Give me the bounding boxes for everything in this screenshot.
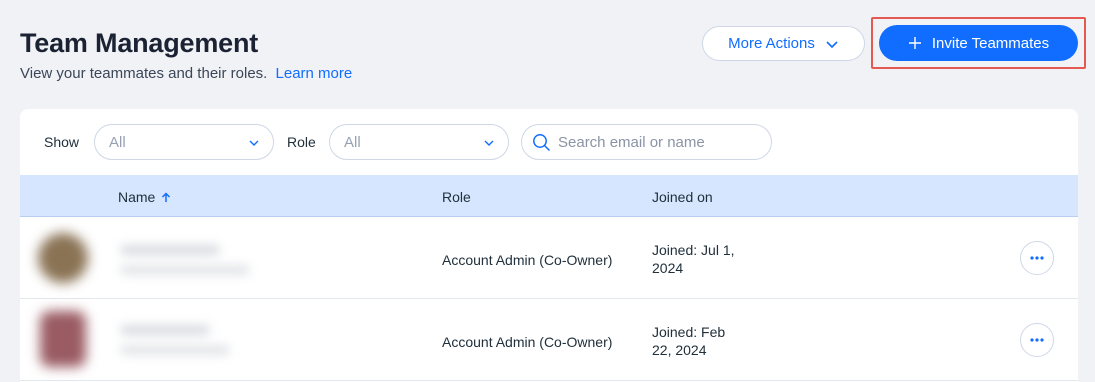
- role-select[interactable]: All: [329, 124, 509, 160]
- page-title: Team Management: [20, 28, 259, 58]
- show-label: Show: [44, 134, 80, 150]
- row-joined: Joined: Jul 1, 2024: [652, 241, 735, 277]
- avatar: [38, 233, 88, 283]
- more-actions-label: More Actions: [728, 35, 815, 52]
- invite-teammates-button[interactable]: Invite Teammates: [879, 25, 1078, 61]
- page-subtitle: View your teammates and their roles. Lea…: [20, 65, 352, 82]
- chevron-down-icon: [249, 140, 259, 146]
- show-select[interactable]: All: [94, 124, 274, 160]
- table-row[interactable]: Account Admin (Co-Owner) Joined: Jul 1, …: [20, 217, 1078, 299]
- blurred-email: [120, 345, 230, 355]
- chevron-down-icon: [826, 40, 838, 48]
- chevron-down-icon: [484, 140, 494, 146]
- column-name[interactable]: Name: [118, 189, 171, 205]
- row-menu-button[interactable]: [1020, 323, 1054, 357]
- table-header: Name Role Joined on: [20, 175, 1078, 217]
- row-joined-line2: 2024: [652, 260, 684, 276]
- row-joined-line1: Joined: Jul 1,: [652, 242, 735, 258]
- blurred-name: [120, 325, 210, 335]
- column-joined-on[interactable]: Joined on: [652, 189, 713, 205]
- table-row[interactable]: Account Admin (Co-Owner) Joined: Feb 22,…: [20, 299, 1078, 381]
- blurred-name: [120, 245, 220, 255]
- team-panel: Show All Role All Name Role Joined on Ac…: [20, 109, 1078, 382]
- row-joined: Joined: Feb 22, 2024: [652, 323, 725, 359]
- column-role[interactable]: Role: [442, 189, 471, 205]
- search-input[interactable]: [558, 133, 758, 151]
- more-horizontal-icon: [1030, 256, 1044, 260]
- plus-icon: [908, 37, 921, 49]
- avatar: [40, 311, 86, 367]
- row-joined-line2: 22, 2024: [652, 342, 707, 358]
- more-actions-button[interactable]: More Actions: [702, 26, 865, 61]
- blurred-email: [120, 265, 250, 275]
- search-box: [521, 124, 772, 160]
- subtitle-text: View your teammates and their roles.: [20, 65, 268, 82]
- arrow-up-icon: [162, 192, 171, 202]
- column-name-label: Name: [118, 189, 156, 205]
- row-joined-line1: Joined: Feb: [652, 324, 726, 340]
- filter-bar: Show All Role All: [20, 109, 1078, 175]
- row-role: Account Admin (Co-Owner): [442, 252, 613, 268]
- row-role: Account Admin (Co-Owner): [442, 334, 613, 350]
- row-menu-button[interactable]: [1020, 241, 1054, 275]
- show-select-value: All: [109, 133, 126, 151]
- invite-teammates-label: Invite Teammates: [931, 34, 1050, 52]
- role-label: Role: [287, 134, 316, 150]
- search-icon: [533, 134, 551, 152]
- role-select-value: All: [344, 133, 361, 151]
- more-horizontal-icon: [1030, 338, 1044, 342]
- learn-more-link[interactable]: Learn more: [276, 65, 353, 82]
